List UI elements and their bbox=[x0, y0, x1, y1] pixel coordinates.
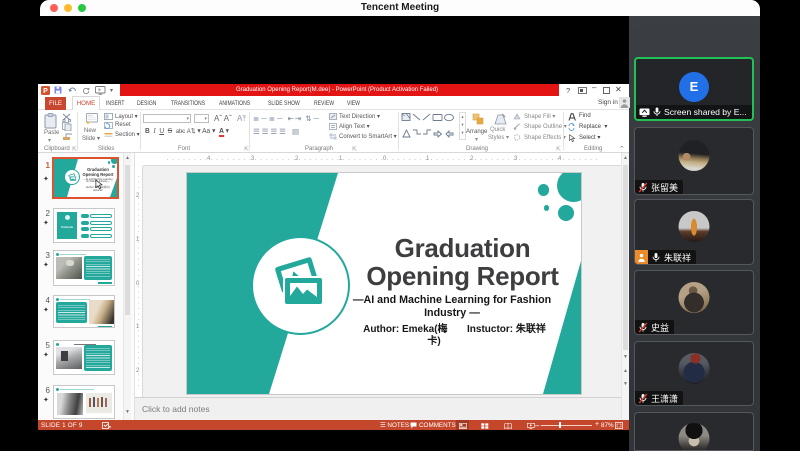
svg-text:P: P bbox=[43, 88, 48, 95]
